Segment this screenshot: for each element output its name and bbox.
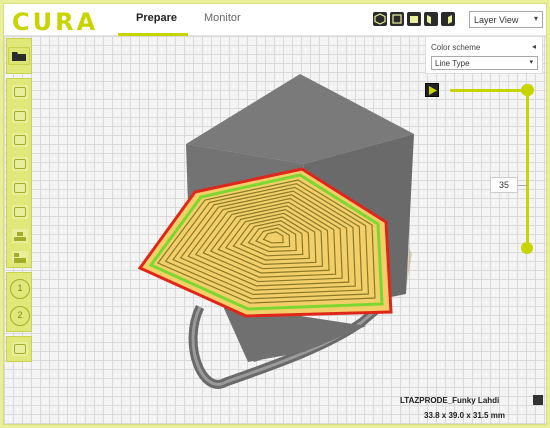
layer-tool-icon[interactable]: [12, 229, 28, 243]
top-view-icon[interactable]: [407, 12, 421, 26]
mirror-icon[interactable]: [12, 157, 28, 171]
layer-box-connector: [518, 185, 527, 186]
simulation-slider-track[interactable]: [450, 89, 530, 92]
scale-icon[interactable]: [12, 109, 28, 123]
per-model-settings-icon[interactable]: [12, 181, 28, 195]
cura-logo: CURA: [12, 8, 99, 36]
model-scene: [137, 74, 414, 389]
color-scheme-value: Line Type: [435, 59, 470, 68]
current-layer-input[interactable]: 35: [490, 177, 518, 193]
layer-slider-bottom-handle[interactable]: [521, 242, 533, 254]
model-name: LTAZPRODE_Funky Lahdi: [400, 396, 500, 405]
tab-monitor[interactable]: Monitor: [204, 12, 241, 24]
misc-tool-panel: [6, 336, 32, 362]
model-dimensions: 33.8 x 39.0 x 31.5 mm: [424, 411, 505, 420]
rotate-icon[interactable]: [12, 133, 28, 147]
extruder-1-button[interactable]: 1: [10, 279, 30, 299]
tab-prepare-underline: [118, 33, 188, 36]
chevron-down-icon: ▾: [533, 14, 538, 23]
open-file-panel: [6, 38, 32, 74]
stack-tool-icon[interactable]: [12, 251, 28, 263]
color-scheme-panel: Color scheme ◂ Line Type ▾: [425, 36, 543, 74]
translate-icon[interactable]: [12, 85, 28, 99]
extruder-panel: 1 2: [6, 272, 32, 332]
layer-slider-top-handle[interactable]: [521, 84, 533, 96]
view-mode-select[interactable]: Layer View ▾: [469, 11, 543, 28]
extruder-2-button[interactable]: 2: [10, 306, 30, 326]
color-scheme-label: Color scheme: [431, 43, 481, 52]
color-scheme-select[interactable]: Line Type ▾: [431, 56, 538, 70]
transform-tools-panel: [6, 78, 32, 268]
tool-sidebar: 1 2: [4, 36, 34, 424]
view-mode-value: Layer View: [474, 15, 519, 25]
open-file-icon[interactable]: [8, 47, 30, 65]
3d-view-icon[interactable]: [373, 12, 387, 26]
edit-model-icon[interactable]: [533, 395, 543, 405]
cura-window: CURA Prepare Monitor Layer View ▾ 1 2 Co…: [3, 3, 547, 425]
play-simulation-button[interactable]: [425, 83, 439, 97]
extruder-icon[interactable]: [12, 342, 28, 356]
tab-prepare[interactable]: Prepare: [136, 12, 177, 24]
right-view-icon[interactable]: [441, 12, 455, 26]
collapse-icon[interactable]: ◂: [532, 42, 536, 51]
layer-slider-track[interactable]: [526, 90, 529, 248]
front-view-icon[interactable]: [390, 12, 404, 26]
support-blocker-icon[interactable]: [12, 205, 28, 219]
top-bar: CURA Prepare Monitor Layer View ▾: [4, 4, 546, 36]
left-view-icon[interactable]: [424, 12, 438, 26]
chevron-down-icon: ▾: [529, 59, 533, 66]
